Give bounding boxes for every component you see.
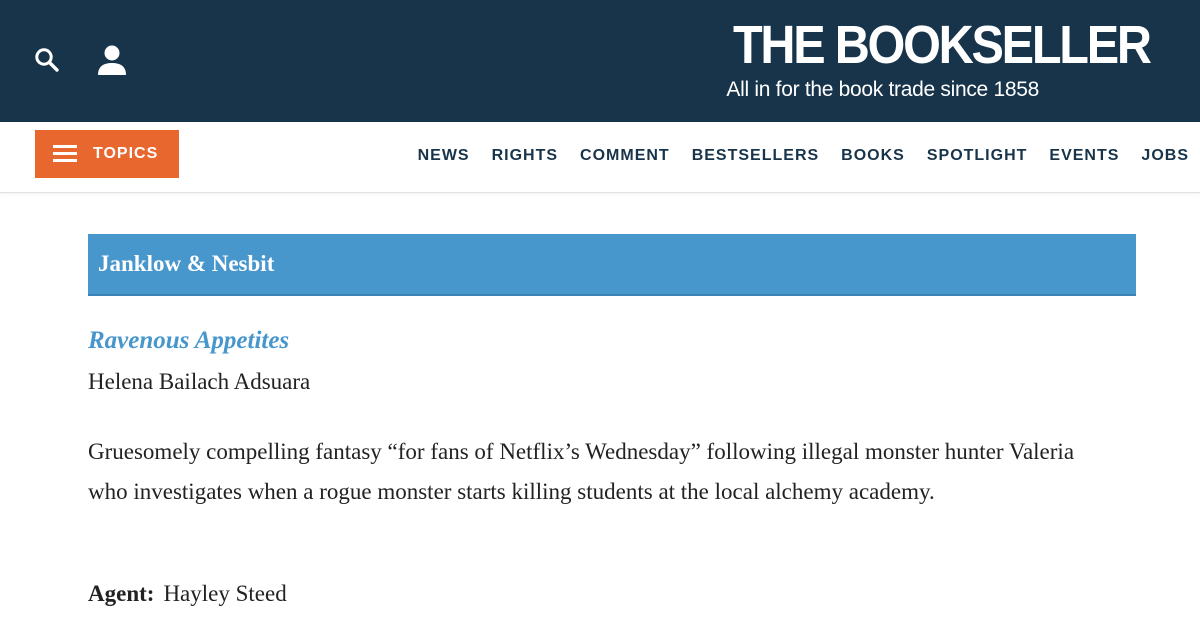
search-button[interactable] [34, 47, 60, 73]
agent-name: Hayley Steed [163, 581, 287, 606]
nav-link-rights[interactable]: RIGHTS [492, 147, 558, 165]
agent-label: Agent: [88, 581, 155, 606]
nav-link-spotlight[interactable]: SPOTLIGHT [927, 147, 1028, 165]
site-logo[interactable]: THE BOOKSELLER All in for the book trade… [699, 14, 1152, 104]
nav-link-jobs[interactable]: JOBS [1141, 147, 1189, 165]
topics-menu-button[interactable]: TOPICS [35, 130, 179, 178]
topics-button-label: TOPICS [93, 145, 159, 162]
book-author: Helena Bailach Adsuara [88, 369, 311, 394]
account-icon [98, 45, 126, 75]
main-navigation: TOPICS NEWS RIGHTS COMMENT BESTSELLERS B… [0, 122, 1200, 193]
agency-section-header: Janklow & Nesbit [88, 234, 1136, 296]
nav-link-events[interactable]: EVENTS [1049, 147, 1119, 165]
brand-tagline: All in for the book trade since 1858 [726, 78, 1039, 101]
site-header: THE BOOKSELLER All in for the book trade… [0, 0, 1200, 122]
hamburger-menu-icon [53, 145, 77, 163]
search-icon [35, 48, 59, 72]
nav-link-news[interactable]: NEWS [418, 147, 470, 165]
nav-links: NEWS RIGHTS COMMENT BESTSELLERS BOOKS SP… [418, 147, 1189, 165]
agent-row: Agent: Hayley Steed [88, 581, 287, 607]
book-description: Gruesomely compelling fantasy “for fans … [88, 439, 1075, 504]
agency-name: Janklow & Nesbit [98, 251, 275, 276]
nav-link-comment[interactable]: COMMENT [580, 147, 670, 165]
book-title-link[interactable]: Ravenous Appetites [88, 327, 289, 355]
nav-link-books[interactable]: BOOKS [841, 147, 905, 165]
brand-name: THE BOOKSELLER [733, 15, 1152, 75]
nav-link-bestsellers[interactable]: BESTSELLERS [692, 147, 819, 165]
account-button[interactable] [96, 44, 128, 76]
